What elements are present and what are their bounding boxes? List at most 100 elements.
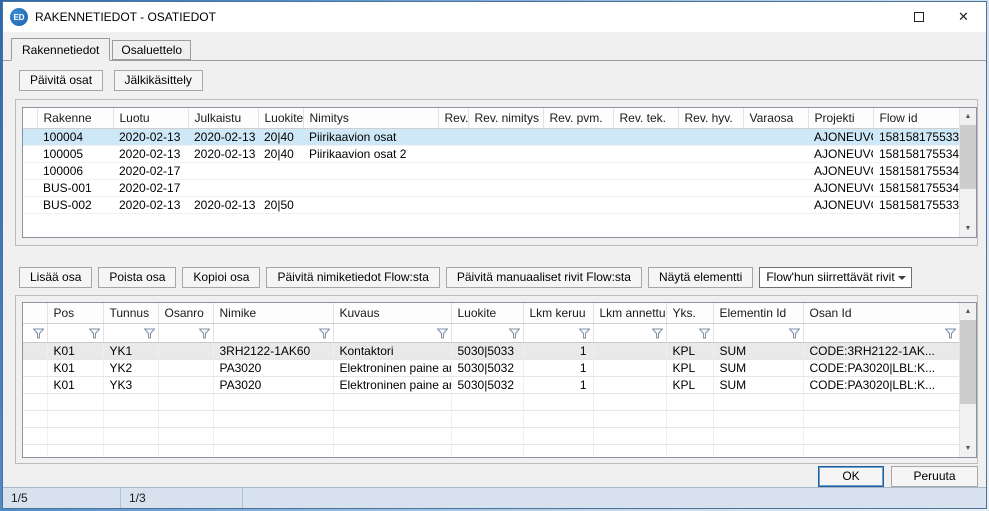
kopioi-osa-button[interactable]: Kopioi osa xyxy=(182,267,260,288)
scroll-down-icon[interactable]: ▼ xyxy=(960,440,976,457)
column-header[interactable]: Nimike xyxy=(213,303,333,323)
column-header[interactable]: Kuvaus xyxy=(333,303,451,323)
row-selector-cell[interactable] xyxy=(23,162,37,179)
rows-dropdown[interactable]: Flow'hun siirrettävät rivit xyxy=(759,267,912,288)
filter-cell[interactable] xyxy=(103,323,158,342)
column-header[interactable]: Osan Id xyxy=(803,303,959,323)
filter-icon[interactable] xyxy=(579,326,590,340)
filter-cell[interactable] xyxy=(523,323,593,342)
cell: KPL xyxy=(666,359,713,376)
column-header[interactable]: Lkm annettu xyxy=(593,303,666,323)
paivita-osat-button[interactable]: Päivitä osat xyxy=(19,70,103,91)
column-header[interactable]: Rev. tek. xyxy=(613,108,678,128)
table-row[interactable]: 1000042020-02-132020-02-1320|40Piirikaav… xyxy=(23,128,959,145)
table-row[interactable]: K01YK2PA3020Elektroninen paine anturi503… xyxy=(23,359,959,376)
table-row[interactable]: BUS-0022020-02-132020-02-1320|50AJONEUVO… xyxy=(23,196,959,213)
column-header[interactable]: Rev. pvm. xyxy=(543,108,613,128)
cell: 1581581755339 xyxy=(873,128,959,145)
filter-cell[interactable] xyxy=(158,323,213,342)
filter-icon[interactable] xyxy=(652,326,663,340)
filter-cell[interactable] xyxy=(803,323,959,342)
filter-cell[interactable] xyxy=(23,323,47,342)
structures-scrollbar[interactable]: ▲ ▼ xyxy=(959,108,976,237)
filter-icon[interactable] xyxy=(789,326,800,340)
jalkikasittely-button[interactable]: Jälkikäsittely xyxy=(114,70,203,91)
filter-cell[interactable] xyxy=(451,323,523,342)
filter-icon[interactable] xyxy=(945,326,956,340)
filter-cell[interactable] xyxy=(666,323,713,342)
lisaa-osa-button[interactable]: Lisää osa xyxy=(19,267,92,288)
column-header[interactable]: Nimitys xyxy=(303,108,438,128)
paivita-manuaaliset-button[interactable]: Päivitä manuaaliset rivit Flow:sta xyxy=(446,267,642,288)
table-row[interactable]: 1000062020-02-17AJONEUVO1581581755349 xyxy=(23,162,959,179)
column-header[interactable]: Luokite xyxy=(451,303,523,323)
column-header[interactable]: Tunnus xyxy=(103,303,158,323)
row-selector-cell[interactable] xyxy=(23,342,47,359)
filter-icon[interactable] xyxy=(33,326,44,340)
table-row[interactable]: 1000052020-02-132020-02-1320|40Piirikaav… xyxy=(23,145,959,162)
column-header[interactable]: Luokite xyxy=(258,108,303,128)
filter-icon[interactable] xyxy=(699,326,710,340)
cell xyxy=(678,179,743,196)
row-selector-cell[interactable] xyxy=(23,145,37,162)
cell xyxy=(613,162,678,179)
column-header[interactable]: Osanro xyxy=(158,303,213,323)
row-selector-cell[interactable] xyxy=(23,376,47,393)
scroll-up-icon[interactable]: ▲ xyxy=(960,108,976,125)
scrollbar-thumb[interactable] xyxy=(960,125,976,189)
cancel-button[interactable]: Peruuta xyxy=(891,466,978,487)
filter-icon[interactable] xyxy=(89,326,100,340)
column-header[interactable]: Rev. nimitys xyxy=(468,108,543,128)
poista-osa-button[interactable]: Poista osa xyxy=(98,267,176,288)
filter-cell[interactable] xyxy=(47,323,103,342)
row-selector-cell[interactable] xyxy=(23,359,47,376)
column-header[interactable]: Rev. hyv. xyxy=(678,108,743,128)
maximize-button[interactable] xyxy=(896,2,941,32)
filter-icon[interactable] xyxy=(319,326,330,340)
cell xyxy=(543,179,613,196)
column-header[interactable]: Lkm keruu xyxy=(523,303,593,323)
column-header[interactable]: Flow id xyxy=(873,108,959,128)
column-header[interactable]: Pos xyxy=(47,303,103,323)
tab-rakennetiedot[interactable]: Rakennetiedot xyxy=(11,38,110,61)
cell xyxy=(258,179,303,196)
row-selector-cell[interactable] xyxy=(23,128,37,145)
filter-cell[interactable] xyxy=(593,323,666,342)
filter-cell[interactable] xyxy=(713,323,803,342)
tab-osaluettelo[interactable]: Osaluettelo xyxy=(112,40,191,60)
filter-icon[interactable] xyxy=(509,326,520,340)
column-header[interactable]: Varaosa xyxy=(743,108,808,128)
title-bar[interactable]: ED RAKENNETIEDOT - OSATIEDOT ✕ xyxy=(3,2,986,32)
filter-cell[interactable] xyxy=(333,323,451,342)
table-row[interactable]: K01YK13RH2122-1AK60Kontaktori5030|50331K… xyxy=(23,342,959,359)
ok-button[interactable]: OK xyxy=(818,466,884,487)
column-header[interactable]: Elementin Id xyxy=(713,303,803,323)
scroll-up-icon[interactable]: ▲ xyxy=(960,303,976,320)
filter-cell[interactable] xyxy=(213,323,333,342)
cell: 1 xyxy=(523,342,593,359)
column-header[interactable]: Yks. xyxy=(666,303,713,323)
cell: 5030|5032 xyxy=(451,359,523,376)
column-header[interactable]: Projekti xyxy=(808,108,873,128)
filter-icon[interactable] xyxy=(199,326,210,340)
scrollbar-thumb[interactable] xyxy=(960,320,976,404)
scroll-down-icon[interactable]: ▼ xyxy=(960,220,976,237)
column-header[interactable]: Rakenne xyxy=(37,108,113,128)
row-selector-cell[interactable] xyxy=(23,179,37,196)
row-selector-cell[interactable] xyxy=(23,196,37,213)
cell: 5030|5032 xyxy=(451,376,523,393)
filter-icon[interactable] xyxy=(144,326,155,340)
column-header[interactable]: Luotu xyxy=(113,108,188,128)
paivita-nimiketiedot-button[interactable]: Päivitä nimiketiedot Flow:sta xyxy=(266,267,439,288)
table-row[interactable]: K01YK3PA3020Elektroninen paine anturi503… xyxy=(23,376,959,393)
cell: 2020-02-13 xyxy=(188,196,258,213)
filter-icon[interactable] xyxy=(437,326,448,340)
cell xyxy=(743,196,808,213)
column-header[interactable]: Julkaistu xyxy=(188,108,258,128)
parts-scrollbar[interactable]: ▲ ▼ xyxy=(959,303,976,457)
column-header[interactable]: Rev. xyxy=(438,108,468,128)
table-row[interactable]: BUS-0012020-02-17AJONEUVO1581581755347 xyxy=(23,179,959,196)
nayta-elementti-button[interactable]: Näytä elementti xyxy=(648,267,753,288)
cell: Kontaktori xyxy=(333,342,451,359)
close-button[interactable]: ✕ xyxy=(941,2,986,32)
